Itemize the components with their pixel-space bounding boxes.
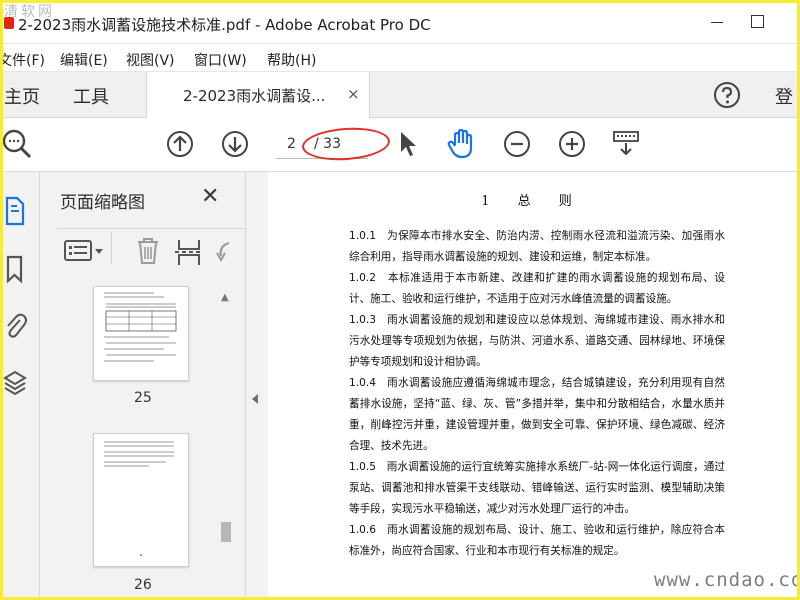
zoom-out-icon[interactable] bbox=[503, 129, 531, 163]
chapter-heading: 1 总 则 bbox=[481, 194, 584, 209]
page-thumbnails-icon[interactable] bbox=[2, 194, 28, 232]
scrollbar-thumb[interactable] bbox=[221, 522, 231, 542]
tab-document-label: 2-2023雨水调蓄设... bbox=[183, 87, 326, 105]
watermark-bottom: www.cndao.com bbox=[654, 569, 800, 591]
thumbnail-page-25[interactable] bbox=[93, 286, 189, 381]
clause-paragraph: 1.0.3 雨水调蓄设施的规划和建设应以总体规划、海绵城市建设、雨水排水和污水处… bbox=[349, 314, 725, 368]
select-cursor-icon[interactable] bbox=[398, 130, 418, 162]
collapse-panel-arrow-icon[interactable] bbox=[252, 394, 258, 404]
tab-bar: 主页 工具 2-2023雨水调蓄设... × 登 bbox=[0, 72, 800, 119]
layers-icon[interactable] bbox=[2, 368, 28, 402]
menu-help[interactable]: 帮助(H) bbox=[267, 50, 316, 70]
tab-close-icon[interactable]: × bbox=[347, 85, 360, 103]
attachments-icon[interactable] bbox=[2, 310, 28, 344]
delete-page-icon[interactable] bbox=[135, 236, 161, 270]
thumbnail-scrollbar[interactable]: ▲ bbox=[219, 292, 233, 600]
hand-tool-icon[interactable] bbox=[446, 128, 478, 164]
help-icon[interactable] bbox=[713, 81, 741, 113]
clause-paragraph: 1.0.6 雨水调蓄设施的规划布局、设计、施工、验收和运行维护，除应符合本标准外… bbox=[349, 524, 725, 557]
document-body: 1.0.1 为保障本市排水安全、防治内涝、控制雨水径流和溢流污染、加强雨水综合利… bbox=[349, 226, 725, 562]
thumbnail-page-26[interactable] bbox=[93, 433, 189, 567]
options-menu-icon[interactable] bbox=[63, 238, 105, 268]
panel-title: 页面缩略图 bbox=[60, 193, 145, 213]
panel-toolbar bbox=[57, 228, 245, 268]
rotate-page-icon[interactable] bbox=[215, 238, 231, 268]
tab-tools[interactable]: 工具 bbox=[73, 83, 109, 109]
clause-paragraph: 1.0.1 为保障本市排水安全、防治内涝、控制雨水径流和溢流污染、加强雨水综合利… bbox=[349, 230, 725, 263]
menu-window[interactable]: 窗口(W) bbox=[194, 50, 247, 70]
clause-paragraph: 1.0.2 本标准适用于本市新建、改建和扩建的雨水调蓄设施的规划布局、设计、施工… bbox=[349, 272, 725, 305]
navigation-rail bbox=[0, 172, 40, 600]
thumbnail-page-number: 25 bbox=[134, 390, 152, 406]
scroll-up-arrow-icon[interactable]: ▲ bbox=[221, 292, 229, 303]
toolbar-divider bbox=[111, 232, 112, 264]
panel-splitter[interactable] bbox=[246, 172, 268, 600]
tab-document[interactable]: 2-2023雨水调蓄设... × bbox=[146, 72, 370, 119]
menu-file[interactable]: 文件(F) bbox=[0, 50, 45, 70]
window-title: 2-2023雨水调蓄设施技术标准.pdf - Adobe Acrobat Pro… bbox=[18, 16, 431, 34]
toolbar: 2 / 33 bbox=[0, 118, 800, 172]
menu-edit[interactable]: 编辑(E) bbox=[60, 50, 108, 70]
sign-in-link[interactable]: 登 bbox=[775, 83, 793, 109]
menu-view[interactable]: 视图(V) bbox=[126, 50, 175, 70]
thumbnail-page-number: 26 bbox=[134, 577, 152, 593]
fit-page-icon[interactable] bbox=[612, 130, 640, 162]
maximize-button[interactable] bbox=[748, 12, 768, 32]
clause-paragraph: 1.0.5 雨水调蓄设施的运行宜统筹实施排水系统厂-站-网一体化运行调度，通过泵… bbox=[349, 461, 725, 515]
panel-close-icon[interactable]: ✕ bbox=[201, 184, 219, 209]
page-thumbnails-panel: 页面缩略图 ✕ ▲ 25 26 bbox=[41, 172, 246, 600]
minimize-button[interactable] bbox=[708, 12, 728, 32]
extract-pages-icon[interactable] bbox=[175, 237, 203, 271]
zoom-in-icon[interactable] bbox=[558, 129, 586, 163]
previous-page-icon[interactable] bbox=[166, 129, 194, 163]
next-page-icon[interactable] bbox=[221, 129, 249, 163]
bookmarks-icon[interactable] bbox=[2, 254, 28, 288]
search-icon[interactable] bbox=[2, 129, 32, 163]
title-bar: 清软网 2-2023雨水调蓄设施技术标准.pdf - Adobe Acrobat… bbox=[0, 0, 800, 44]
current-page-number: 2 bbox=[287, 136, 296, 152]
clause-paragraph: 1.0.4 雨水调蓄设施应遵循海绵城市理念，结合城镇建设，充分利用现有自然蓄排水… bbox=[349, 377, 725, 452]
menu-bar: 文件(F) 编辑(E) 视图(V) 窗口(W) 帮助(H) bbox=[0, 44, 800, 72]
document-page: 1 总 则 1.0.1 为保障本市排水安全、防治内涝、控制雨水径流和溢流污染、加… bbox=[268, 172, 797, 600]
tab-home[interactable]: 主页 bbox=[4, 83, 40, 109]
